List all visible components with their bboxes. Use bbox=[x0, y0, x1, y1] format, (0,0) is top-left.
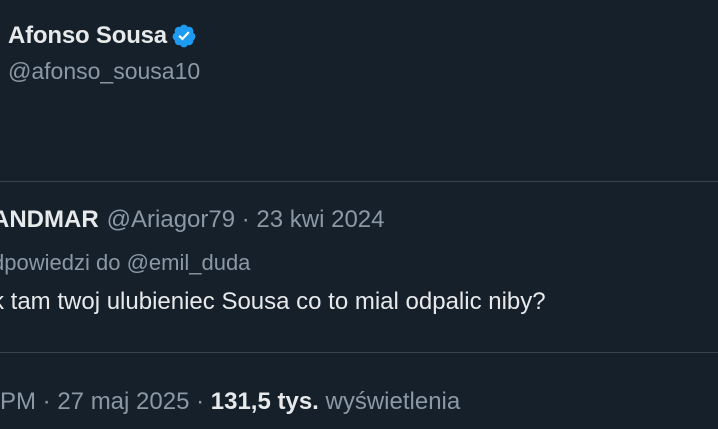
tweet-timestamp[interactable]: PM · 27 maj 2025 · bbox=[0, 388, 211, 415]
quoted-author-name[interactable]: ANDMAR bbox=[0, 206, 99, 234]
tweet-footer-meta: PM · 27 maj 2025 · 131,5 tys. wyświetlen… bbox=[0, 388, 460, 416]
views-count: 131,5 tys. bbox=[210, 388, 319, 415]
reply-context: dpowiedzi do @emil_duda bbox=[0, 250, 546, 276]
quoted-tweet-text: k tam twoj ulubieniec Sousa co to mial o… bbox=[0, 288, 546, 315]
author-display-name[interactable]: Afonso Sousa bbox=[8, 22, 167, 50]
author-name-row: Afonso Sousa bbox=[8, 22, 200, 50]
quoted-tweet[interactable]: ANDMAR @Ariagor79 · 23 kwi 2024 dpowiedz… bbox=[0, 206, 546, 316]
reply-prefix: dpowiedzi do bbox=[0, 250, 121, 275]
quoted-author-handle-date[interactable]: @Ariagor79 · 23 kwi 2024 bbox=[107, 206, 385, 234]
divider-top bbox=[0, 181, 718, 182]
quoted-tweet-header: ANDMAR @Ariagor79 · 23 kwi 2024 bbox=[0, 206, 546, 234]
divider-bottom bbox=[0, 352, 718, 353]
views-label: wyświetlenia bbox=[318, 388, 461, 415]
author-handle[interactable]: @afonso_sousa10 bbox=[8, 58, 200, 85]
reply-mention-link[interactable]: @emil_duda bbox=[127, 250, 251, 275]
tweet-author[interactable]: Afonso Sousa @afonso_sousa10 bbox=[8, 22, 200, 85]
tweet-detail-view: Afonso Sousa @afonso_sousa10 ANDMAR @Ari… bbox=[0, 0, 718, 429]
verified-badge-icon[interactable] bbox=[171, 23, 197, 49]
